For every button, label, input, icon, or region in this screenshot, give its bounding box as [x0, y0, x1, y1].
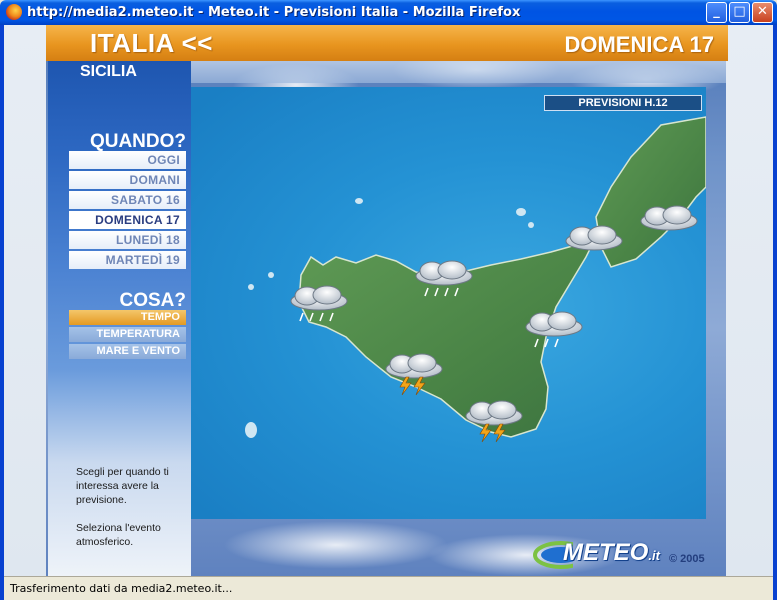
cosa-heading: COSA? [119, 290, 187, 311]
back-to-italia-link[interactable]: ITALIA << [90, 28, 213, 59]
island [355, 198, 363, 204]
help-text-event: Seleziona l'evento atmosferico. [76, 522, 161, 548]
status-text: Trasferimento dati da media2.meteo.it... [10, 582, 233, 595]
panel-strip [191, 61, 726, 83]
day-list: OGGI DOMANI SABATO 16 DOMENICA 17 LUNEDÌ… [69, 151, 189, 271]
forecast-map [191, 87, 706, 519]
meteo-logo[interactable]: METEO.it © 2005 [529, 535, 719, 571]
day-button-martedi[interactable]: MARTEDÌ 19 [69, 251, 186, 269]
window-title: http://media2.meteo.it - Meteo.it - Prev… [27, 5, 521, 20]
status-bar: Trasferimento dati da media2.meteo.it... [4, 576, 773, 600]
maximize-button[interactable]: □ [729, 2, 750, 23]
rain-cloud-icon [565, 225, 623, 251]
copyright: © 2005 [669, 553, 705, 565]
event-list: TEMPO TEMPERATURA MARE E VENTO [69, 310, 189, 361]
island [528, 222, 534, 228]
island [268, 272, 274, 278]
day-button-domani[interactable]: DOMANI [69, 171, 186, 189]
firefox-icon [6, 4, 22, 20]
close-button[interactable]: ✕ [752, 2, 773, 23]
help-text-when: Scegli per quando ti interessa avere la … [76, 466, 169, 506]
region-title: SICILIA [80, 63, 137, 80]
minimize-button[interactable]: _ [706, 2, 727, 23]
island [248, 284, 254, 290]
window-frame-right [773, 25, 777, 600]
logo-text: METEO.it [563, 539, 660, 566]
sicily-map-svg [245, 116, 706, 443]
day-button-lunedi[interactable]: LUNEDÌ 18 [69, 231, 186, 249]
header-bar: ITALIA << DOMENICA 17 [46, 25, 728, 61]
quando-heading: QUANDO? [89, 131, 186, 152]
event-button-tempo[interactable]: TEMPO [69, 310, 186, 325]
event-button-mare-vento[interactable]: MARE E VENTO [69, 344, 186, 359]
island [245, 422, 257, 438]
window-title-bar[interactable]: http://media2.meteo.it - Meteo.it - Prev… [0, 0, 777, 25]
day-button-sabato[interactable]: SABATO 16 [69, 191, 186, 209]
day-button-oggi[interactable]: OGGI [69, 151, 186, 169]
forecast-time-label: PREVISIONI H.12 [544, 95, 702, 111]
event-button-temperatura[interactable]: TEMPERATURA [69, 327, 186, 342]
day-button-domenica[interactable]: DOMENICA 17 [69, 211, 186, 229]
page-content: ITALIA << DOMENICA 17 SICILIA QUANDO? OG… [4, 25, 773, 576]
cloud-icon [640, 205, 698, 231]
help-text: Scegli per quando ti interessa avere la … [76, 465, 188, 563]
island [516, 208, 526, 216]
selected-day-title: DOMENICA 17 [564, 32, 714, 57]
